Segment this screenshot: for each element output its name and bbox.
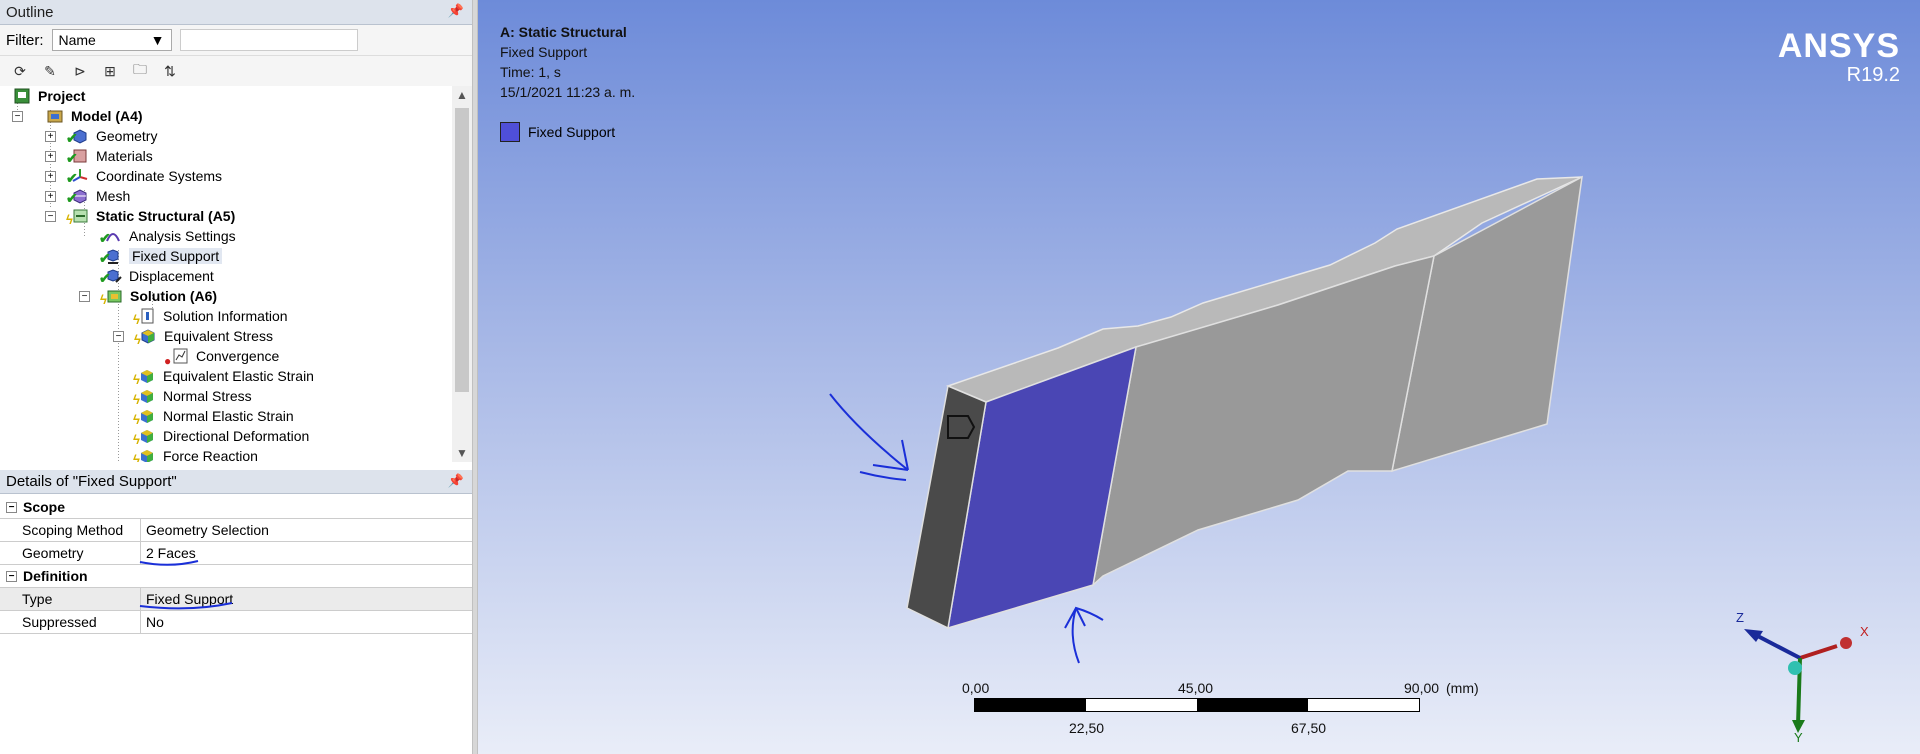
scale-label-45: 45,00 [1178, 680, 1214, 696]
graphics-viewport[interactable]: A: Static Structural Fixed Support Time:… [478, 0, 1920, 754]
scale-label-0: 0,00 [962, 680, 990, 696]
axis-y-label: Y [1794, 730, 1803, 745]
scale-bar [974, 698, 1420, 712]
axis-triad [1744, 629, 1852, 733]
annotation-underlines [139, 560, 233, 610]
scale-unit: (mm) [1446, 680, 1479, 696]
scale-label-90: 90,00 [1404, 680, 1440, 696]
model-view [829, 175, 1852, 733]
scale-label-22-5: 22,50 [1069, 720, 1105, 736]
axis-z-label: Z [1736, 610, 1744, 625]
left-panel: Outline 📌 Filter: Name ▼ ⟳ ✎ ⊳ ⊞ 🗀 ⇅ Pro… [0, 0, 472, 754]
axis-x-label: X [1860, 624, 1869, 639]
scale-label-67-5: 67,50 [1291, 720, 1327, 736]
